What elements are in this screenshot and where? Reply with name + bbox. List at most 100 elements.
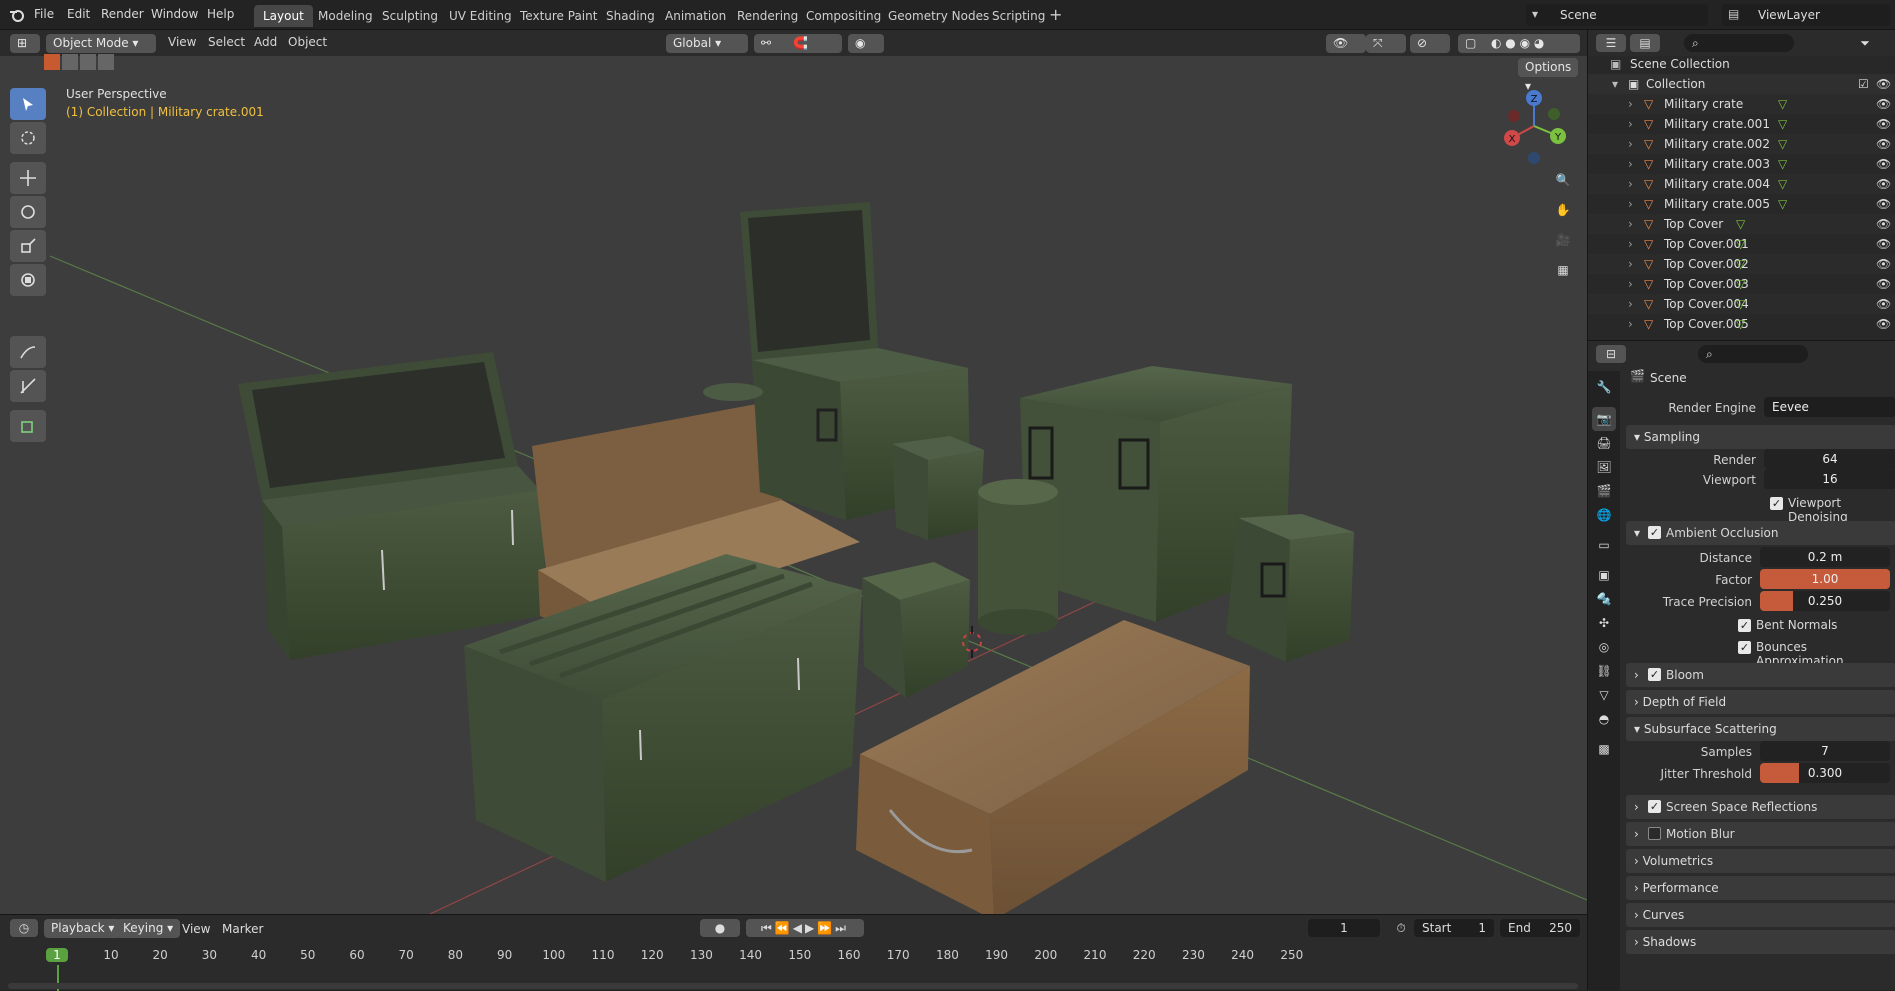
eye-icon[interactable]: 👁 [1876,314,1891,334]
tab-compositing[interactable]: Compositing [797,5,890,27]
blender-logo-icon[interactable] [8,6,26,24]
menu-render[interactable]: Render [101,7,144,21]
snap-icon[interactable]: 🧲 [786,34,842,53]
expand-icon[interactable]: › [1628,134,1633,154]
tool-tab-icon[interactable]: 🔧 [1592,375,1616,399]
eye-icon[interactable]: 👁 [1876,214,1891,234]
scene-selector[interactable]: ▾ Scene [1526,4,1708,26]
measure-tool-icon[interactable] [10,370,46,402]
collection-checkbox[interactable]: ☑ [1858,74,1869,94]
view-layer-tab-icon[interactable]: 🖼 [1592,455,1616,479]
proportional-edit-icon[interactable]: ◉ [848,34,884,53]
curves-panel-header[interactable]: › Curves [1626,903,1895,927]
rotate-tool-icon[interactable] [10,196,46,228]
material-tab-icon[interactable]: ◓ [1592,707,1616,731]
start-frame-field[interactable]: Start 1 [1414,919,1494,937]
expand-icon[interactable]: › [1628,234,1633,254]
options-dropdown[interactable]: Options ▾ [1518,58,1578,93]
current-frame-field[interactable]: 1 [1308,919,1380,937]
transform-orientation-dropdown[interactable]: Global ▾ [666,34,748,53]
motion-blur-checkbox[interactable] [1648,827,1661,840]
world-tab-icon[interactable]: 🌐 [1592,503,1616,527]
outliner-item[interactable]: › ▽ Military crate ▽ 👁 [1588,94,1895,114]
outliner-item[interactable]: › ▽ Top Cover ▽ 👁 [1588,214,1895,234]
expand-icon[interactable]: › [1628,194,1633,214]
eye-icon[interactable]: 👁 [1876,74,1891,94]
data-tab-icon[interactable]: ▽ [1592,683,1616,707]
ao-trace-slider[interactable]: 0.250 [1760,591,1890,611]
sampling-render-field[interactable]: 64 [1764,449,1895,469]
eye-icon[interactable]: 👁 [1876,254,1891,274]
expand-icon[interactable]: › [1628,294,1633,314]
scale-tool-icon[interactable] [10,230,46,262]
expand-icon[interactable]: › [1628,214,1633,234]
bounces-checkbox[interactable]: ✓ [1738,641,1751,654]
dof-panel-header[interactable]: › Depth of Field [1626,690,1895,714]
camera-view-icon[interactable]: 🎥 [1549,226,1577,254]
move-tool-icon[interactable] [10,162,46,194]
add-cube-tool-icon[interactable] [10,410,46,442]
shading-mode-buttons[interactable]: ◐ ● ◉ ◕ [1484,34,1580,53]
physics-tab-icon[interactable]: ◎ [1592,635,1616,659]
view-layer-selector[interactable]: ▤ ViewLayer [1722,4,1890,26]
tab-layout[interactable]: Layout [254,5,313,27]
eye-icon[interactable]: 👁 [1876,134,1891,154]
particles-tab-icon[interactable]: ✣ [1592,611,1616,635]
crate-small-right[interactable] [1226,514,1354,662]
render-tab-icon[interactable]: 📷 [1592,407,1616,431]
crate-cooler[interactable] [862,562,970,698]
expand-icon[interactable]: › [1628,94,1633,114]
3d-viewport[interactable]: ⊞ Object Mode ▾ View Select Add Object G… [0,30,1587,914]
sampling-viewport-field[interactable]: 16 [1764,469,1895,489]
menu-select[interactable]: Select [208,35,245,49]
timeline-marker-menu[interactable]: Marker [222,922,263,936]
display-mode-icon[interactable]: ▤ [1630,34,1660,52]
outliner-search[interactable]: ⌕ [1684,34,1794,52]
selection-mode-buttons[interactable] [44,54,140,74]
eye-icon[interactable]: 👁 [1876,154,1891,174]
menu-edit[interactable]: Edit [67,7,90,21]
menu-help[interactable]: Help [207,7,234,21]
navigation-gizmo[interactable]: Z Y X [1494,86,1574,166]
ao-distance-field[interactable]: 0.2 m [1760,547,1890,567]
outliner-item[interactable]: › ▽ Military crate.004 ▽ 👁 [1588,174,1895,194]
tab-scripting[interactable]: Scripting [983,5,1054,27]
menu-window[interactable]: Window [151,7,198,21]
keying-dropdown[interactable]: Keying ▾ [116,919,181,938]
volumetrics-panel-header[interactable]: › Volumetrics [1626,849,1895,873]
viewport-denoising-checkbox[interactable]: ✓ [1770,497,1783,510]
playback-controls[interactable]: ⏮⏪◀▶⏩⏭ [746,919,864,937]
performance-panel-header[interactable]: › Performance [1626,876,1895,900]
menu-add[interactable]: Add [254,35,277,49]
ao-checkbox[interactable]: ✓ [1648,526,1661,539]
tab-animation[interactable]: Animation [656,5,735,27]
render-engine-dropdown[interactable]: Eevee [1764,397,1895,417]
eye-icon[interactable]: 👁 [1876,114,1891,134]
crate-open-left[interactable] [238,352,548,660]
sss-panel-header[interactable]: ▾ Subsurface Scattering [1626,717,1895,741]
outliner-item[interactable]: › ▽ Top Cover.001 ▽ 👁 [1588,234,1895,254]
collapse-icon[interactable]: ▾ [1612,74,1618,94]
menu-view[interactable]: View [168,35,196,49]
cursor-tool-icon[interactable] [10,122,46,154]
tab-rendering[interactable]: Rendering [728,5,807,27]
outliner-item[interactable]: › ▽ Top Cover.004 ▽ 👁 [1588,294,1895,314]
transform-tool-icon[interactable] [10,264,46,296]
clock-icon[interactable]: ⏱ [1390,919,1412,937]
scene-tab-icon[interactable]: 🎬 [1592,479,1616,503]
outliner-item[interactable]: › ▽ Top Cover.002 ▽ 👁 [1588,254,1895,274]
menu-file[interactable]: File [34,7,54,21]
object-tab-icon[interactable]: ▣ [1592,563,1616,587]
gizmo-toggle-icon[interactable]: ⤧ [1366,34,1406,53]
collection-row[interactable]: ▾ ▣ Collection ☑ 👁 [1588,74,1895,94]
eye-icon[interactable]: 👁 [1876,294,1891,314]
mode-dropdown[interactable]: Object Mode ▾ [46,34,156,53]
select-box-tool-icon[interactable] [10,88,46,120]
visibility-icon[interactable]: 👁 [1326,34,1366,53]
annotate-tool-icon[interactable] [10,336,46,368]
tab-shading[interactable]: Shading [597,5,664,27]
bent-normals-checkbox[interactable]: ✓ [1738,619,1751,632]
sss-jitter-slider[interactable]: 0.300 [1760,763,1890,783]
round-lid[interactable] [703,383,763,401]
menu-object[interactable]: Object [288,35,327,49]
